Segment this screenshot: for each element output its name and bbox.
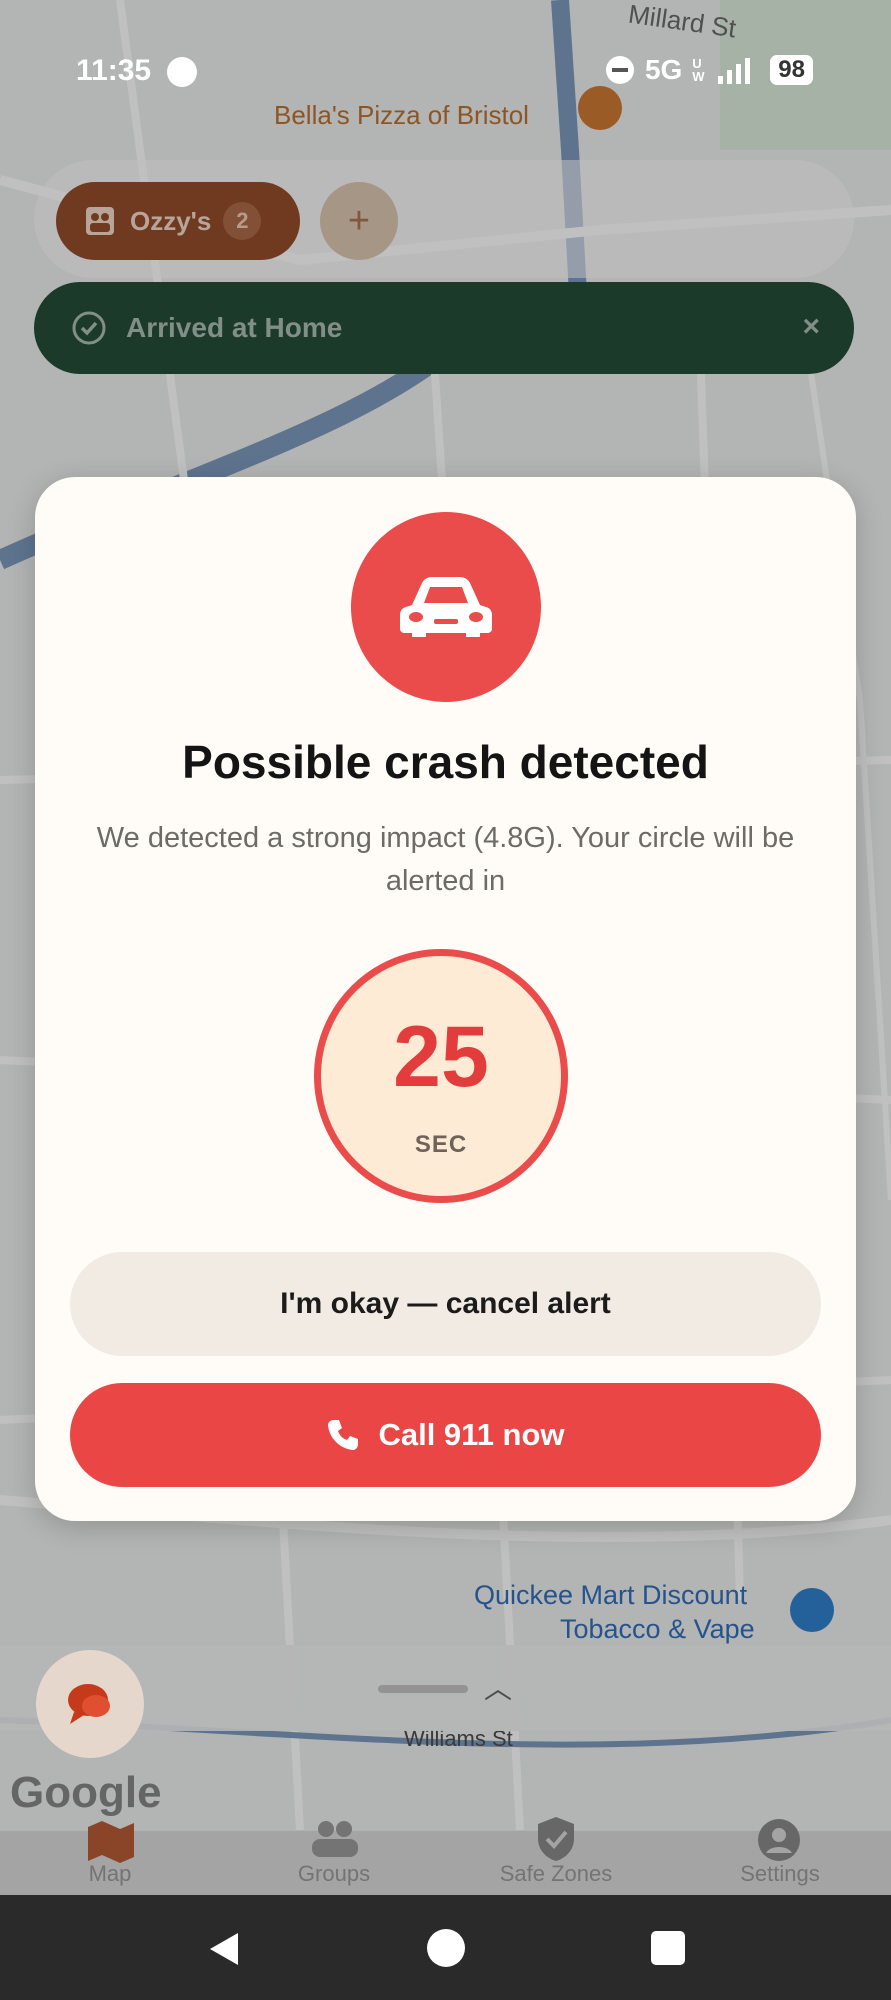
cancel-alert-button[interactable]: I'm okay — cancel alert	[70, 1252, 821, 1356]
signal-strength-icon	[718, 58, 751, 84]
chevron-up-icon[interactable]: ︿	[484, 1667, 512, 1707]
chat-button[interactable]	[36, 1650, 144, 1758]
group-member-count: 2	[223, 202, 262, 240]
back-icon[interactable]	[206, 1931, 242, 1967]
map-icon[interactable]	[86, 1819, 136, 1863]
network-type: 5G	[644, 54, 683, 85]
phone-icon	[328, 1420, 359, 1450]
group-chip-label: Ozzy's	[130, 205, 212, 236]
check-circle-icon	[72, 311, 106, 345]
groups-icon[interactable]	[308, 1819, 362, 1859]
call-911-button[interactable]: Call 911 now	[70, 1383, 821, 1487]
countdown-value: 25	[393, 1009, 489, 1105]
close-icon[interactable]: ×	[802, 310, 820, 344]
status-indicators: 5G UW 98	[605, 54, 813, 86]
countdown-unit: SEC	[414, 1131, 468, 1158]
car-icon-badge	[351, 512, 541, 702]
shield-check-icon[interactable]	[534, 1815, 578, 1863]
notification-dot-icon	[167, 57, 197, 87]
status-time: 11:35	[76, 54, 152, 87]
google-attribution: Google	[10, 1768, 162, 1817]
do-not-disturb-icon	[605, 56, 634, 84]
recent-apps-icon[interactable]	[651, 1931, 685, 1965]
arrival-banner-text: Arrived at Home	[126, 312, 343, 343]
tab-settings[interactable]: Settings	[700, 1861, 860, 1887]
chat-bubbles-icon	[68, 1684, 110, 1724]
crash-alert-dialog: Possible crash detected We detected a st…	[35, 477, 856, 1521]
dialog-title: Possible crash detected	[182, 736, 709, 788]
call-911-label: Call 911 now	[378, 1417, 565, 1452]
tab-map[interactable]: Map	[30, 1861, 190, 1887]
countdown-timer: 25 SEC	[314, 949, 568, 1203]
map-label-pizza: Bella's Pizza of Bristol	[274, 100, 529, 130]
sheet-handle[interactable]	[378, 1685, 468, 1693]
family-icon	[86, 207, 114, 235]
tab-safe-zones[interactable]: Safe Zones	[476, 1861, 636, 1887]
home-icon[interactable]	[427, 1929, 465, 1967]
tab-groups[interactable]: Groups	[254, 1861, 414, 1887]
group-chip[interactable]: Ozzy's 2	[56, 182, 300, 260]
bottom-tab-bar: Map Groups Safe Zones Settings	[0, 1817, 891, 1901]
system-navigation-bar	[0, 1895, 891, 2000]
network-subtype: UW	[692, 56, 705, 84]
map-label-quickee-2: Tobacco & Vape	[560, 1614, 755, 1644]
add-group-button[interactable]: +	[320, 182, 398, 260]
dialog-description: We detected a strong impact (4.8G). Your…	[96, 822, 795, 897]
battery-level: 98	[770, 55, 813, 85]
arrival-banner: Arrived at Home ×	[34, 282, 854, 374]
car-icon	[400, 577, 492, 637]
account-icon[interactable]	[756, 1817, 802, 1863]
map-label-quickee-1: Quickee Mart Discount	[474, 1580, 748, 1610]
status-bar: 11:35 5G UW 98	[0, 40, 891, 104]
